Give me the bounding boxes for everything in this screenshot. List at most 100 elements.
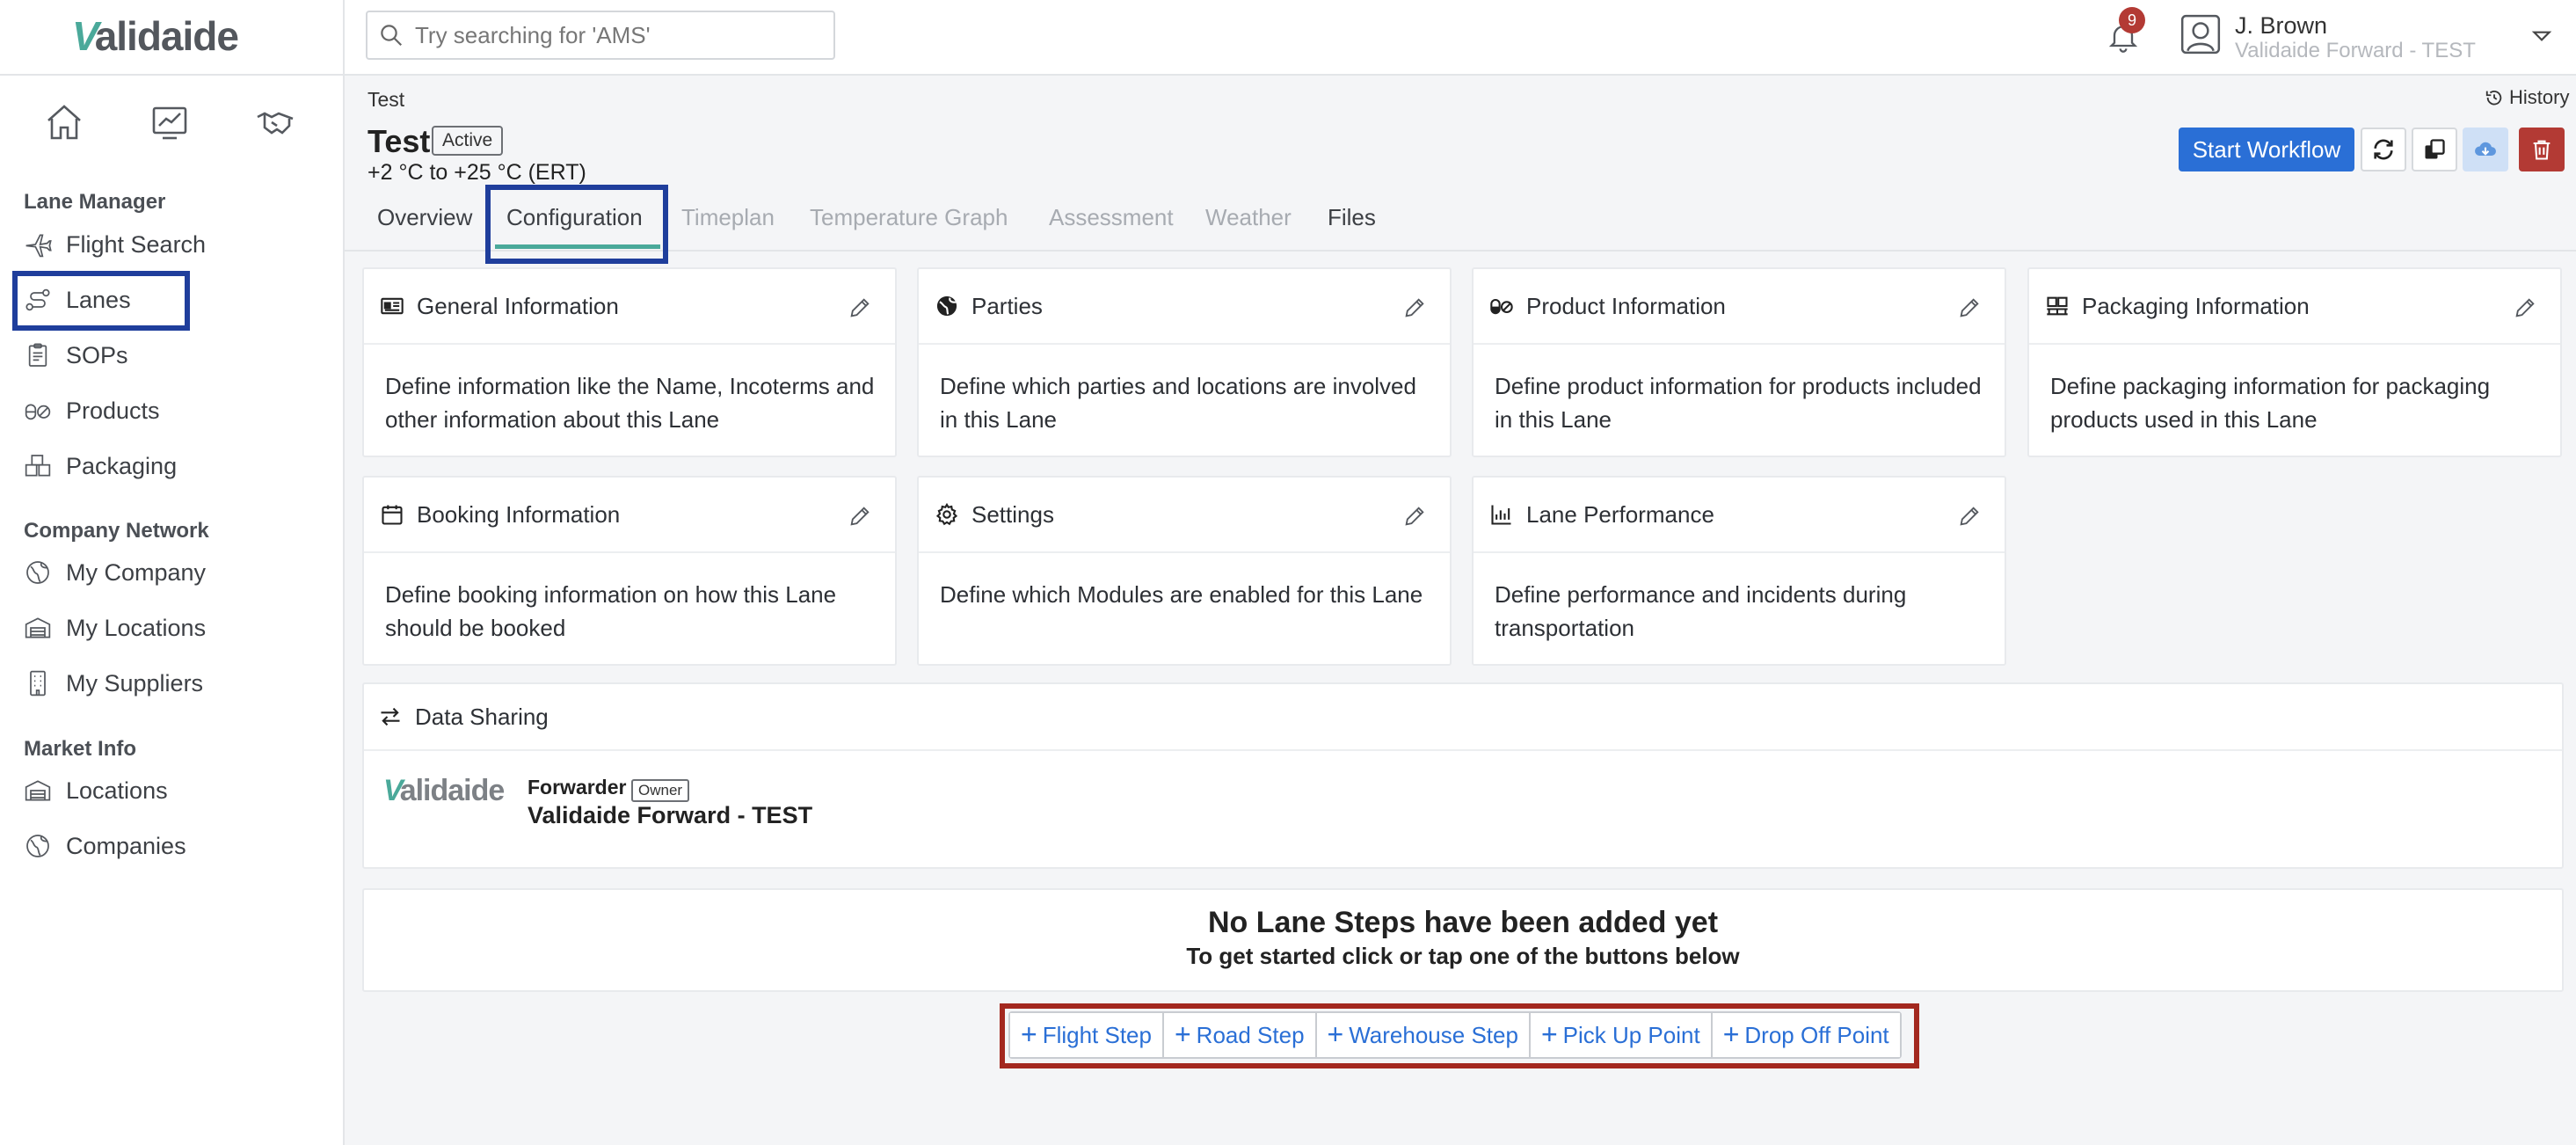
temperature-range: +2 °C to +25 °C (ERT)	[367, 160, 586, 185]
pallet-icon	[2047, 296, 2068, 316]
card-title: Parties	[971, 292, 1043, 319]
chevron-down-icon[interactable]	[2530, 25, 2553, 47]
clipboard-icon	[28, 343, 47, 367]
card-header: Settings	[919, 478, 1450, 553]
sidebar-item-label: SOPs	[66, 341, 128, 368]
pencil-icon[interactable]	[2513, 295, 2537, 320]
id-card-icon	[381, 297, 404, 315]
sidebar-item-label: Products	[66, 397, 160, 424]
sidebar-item-label: Companies	[66, 832, 186, 859]
company-role: Forwarder	[528, 776, 627, 799]
pills-icon	[1490, 298, 1513, 315]
card-packaging-information: Packaging Information Define packaging i…	[2027, 267, 2562, 457]
sidebar-item-products[interactable]: Products	[24, 389, 160, 433]
card-title: General Information	[417, 292, 619, 319]
refresh-icon	[2374, 139, 2393, 160]
download-button[interactable]	[2463, 128, 2508, 171]
home-icon[interactable]	[40, 98, 88, 146]
sidebar-item-my-suppliers[interactable]: My Suppliers	[24, 661, 203, 705]
tab-weather[interactable]: Weather	[1205, 204, 1292, 246]
pencil-icon[interactable]	[848, 295, 872, 320]
tab-temperature-graph[interactable]: Temperature Graph	[810, 204, 1008, 246]
breadcrumb[interactable]: Test	[367, 88, 404, 112]
pencil-icon[interactable]	[1957, 295, 1982, 320]
tab-timeplan[interactable]: Timeplan	[681, 204, 775, 246]
search-icon	[381, 25, 403, 47]
calendar-icon	[382, 505, 403, 525]
pills-icon	[25, 404, 51, 420]
card-booking-information: Booking Information Define booking infor…	[362, 476, 897, 666]
card-header: Parties	[919, 269, 1450, 345]
card-title: Booking Information	[417, 500, 621, 528]
boxes-icon	[25, 455, 51, 477]
sidebar-item-label: Packaging	[66, 452, 178, 479]
top-bar: 9 J. Brown Validaide Forward - TEST	[345, 0, 2576, 76]
globe-icon	[26, 835, 49, 857]
data-sharing-panel: Data Sharing Validaide Forwarder Owner V…	[362, 682, 2564, 869]
sidebar-item-sops[interactable]: SOPs	[24, 333, 128, 377]
handshake-icon[interactable]	[251, 98, 299, 146]
add-pick-up-point-button[interactable]: + Pick Up Point	[1530, 1013, 1713, 1057]
sidebar-item-my-locations[interactable]: My Locations	[24, 606, 206, 650]
refresh-button[interactable]	[2361, 128, 2406, 171]
user-name: J. Brown	[2235, 12, 2328, 39]
gear-icon	[935, 502, 958, 526]
sidebar-item-locations[interactable]: Locations	[24, 769, 168, 813]
section-title-market-info: Market Info	[24, 737, 137, 761]
copy-button[interactable]	[2412, 128, 2457, 171]
chart-icon[interactable]	[146, 98, 193, 146]
delete-button[interactable]	[2519, 128, 2565, 171]
card-title: Settings	[971, 500, 1054, 528]
user-menu[interactable]: J. Brown Validaide Forward - TEST	[2179, 9, 2576, 67]
card-product-information: Product Information Define product infor…	[1472, 267, 2006, 457]
plane-icon	[25, 234, 52, 258]
history-link[interactable]: History	[2485, 86, 2569, 109]
pencil-icon[interactable]	[1402, 295, 1427, 320]
card-description: Define booking information on how this L…	[385, 581, 837, 641]
card-description: Define product information for products …	[1495, 373, 1982, 433]
sidebar-item-lanes[interactable]: Lanes	[24, 278, 131, 322]
warehouse-icon	[25, 780, 51, 801]
add-road-step-button[interactable]: + Road Step	[1163, 1013, 1317, 1057]
globe-icon	[26, 561, 49, 584]
route-icon	[25, 288, 50, 311]
card-description: Define packaging information for packagi…	[2050, 373, 2491, 433]
sidebar-item-packaging[interactable]: Packaging	[24, 444, 177, 488]
data-sharing-title: Data Sharing	[415, 703, 549, 730]
sidebar-item-flight-search[interactable]: Flight Search	[24, 222, 206, 266]
plus-icon: +	[1174, 1017, 1191, 1050]
card-header: Packaging Information	[2029, 269, 2560, 345]
pencil-icon[interactable]	[1957, 504, 1982, 529]
pencil-icon[interactable]	[848, 504, 872, 529]
tab-configuration[interactable]: Configuration	[506, 204, 643, 246]
search-box[interactable]	[366, 11, 835, 60]
data-sharing-header: Data Sharing	[364, 684, 2562, 751]
tab-files[interactable]: Files	[1328, 204, 1376, 246]
tab-overview[interactable]: Overview	[377, 204, 472, 246]
sidebar-item-companies[interactable]: Companies	[24, 824, 186, 868]
user-org: Validaide Forward - TEST	[2235, 39, 2476, 62]
card-header: Lane Performance	[1474, 478, 2005, 553]
bar-chart-icon	[1491, 505, 1511, 525]
start-workflow-button[interactable]: Start Workflow	[2179, 128, 2354, 171]
app-logo[interactable]: Validaide	[72, 11, 239, 62]
card-description: Define which parties and locations are i…	[940, 373, 1416, 433]
sidebar-item-label: Flight Search	[66, 230, 207, 258]
search-input[interactable]	[415, 21, 819, 49]
pencil-icon[interactable]	[1402, 504, 1427, 529]
add-warehouse-step-button[interactable]: + Warehouse Step	[1316, 1013, 1531, 1057]
card-description: Define which Modules are enabled for thi…	[940, 581, 1423, 608]
card-description: Define information like the Name, Incote…	[385, 373, 875, 433]
tab-assessment[interactable]: Assessment	[1049, 204, 1174, 246]
history-icon	[2485, 90, 2502, 106]
cloud-download-icon	[2475, 142, 2496, 156]
add-flight-step-button[interactable]: + Flight Step	[1010, 1013, 1164, 1057]
add-step-button-group: + Flight Step + Road Step + Warehouse Step …	[1008, 1011, 1902, 1059]
sidebar-item-label: Locations	[66, 777, 168, 804]
sidebar: Validaide Lane Manager Flight Search Lan…	[0, 0, 345, 1145]
card-title: Packaging Information	[2082, 292, 2310, 319]
trash-icon	[2533, 140, 2551, 160]
sidebar-item-my-company[interactable]: My Company	[24, 551, 206, 594]
plus-icon: +	[1540, 1017, 1558, 1050]
add-drop-off-point-button[interactable]: + Drop Off Point	[1712, 1013, 1900, 1057]
